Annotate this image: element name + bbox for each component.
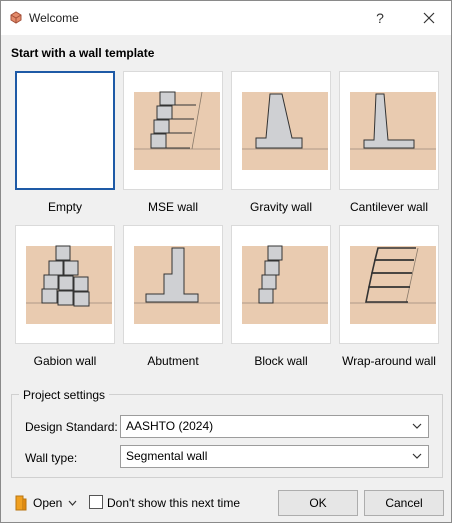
title-bar: Welcome ?: [1, 1, 451, 35]
template-tile-wrap-around-wall[interactable]: [339, 225, 439, 344]
close-button[interactable]: [411, 5, 447, 31]
gabion-wall-illustration: [26, 245, 112, 324]
template-label-empty: Empty: [47, 200, 82, 214]
help-button[interactable]: ?: [363, 5, 397, 31]
abutment-illustration: [134, 246, 220, 324]
chevron-down-icon: [412, 423, 422, 429]
wall-type-value: Segmental wall: [126, 449, 208, 463]
template-tile-gravity-wall[interactable]: [231, 71, 331, 190]
chevron-down-icon: [412, 453, 422, 459]
mse-wall-illustration: [134, 91, 220, 170]
template-tile-block-wall[interactable]: [231, 225, 331, 344]
templates-heading: Start with a wall template: [11, 46, 155, 60]
gravity-wall-illustration: [242, 92, 328, 170]
block-wall-illustration: [242, 245, 328, 324]
template-label-gabion-wall: Gabion wall: [33, 354, 97, 368]
ok-button[interactable]: OK: [278, 490, 358, 516]
template-tile-gabion-wall[interactable]: [15, 225, 115, 344]
cancel-button[interactable]: Cancel: [364, 490, 444, 516]
cantilever-wall-illustration: [350, 92, 436, 170]
window-title: Welcome: [29, 11, 79, 25]
design-standard-value: AASHTO (2024): [126, 419, 214, 433]
template-tile-mse-wall[interactable]: [123, 71, 223, 190]
dont-show-label[interactable]: Don't show this next time: [107, 496, 240, 510]
wall-type-select[interactable]: Segmental wall: [120, 445, 429, 468]
template-label-gravity-wall: Gravity wall: [249, 200, 312, 214]
dont-show-checkbox[interactable]: [89, 495, 103, 509]
open-button[interactable]: Open: [13, 492, 83, 514]
chevron-down-icon[interactable]: [68, 500, 77, 506]
design-standard-label: Design Standard:: [25, 420, 118, 434]
wrap-around-wall-illustration: [350, 246, 436, 324]
wall-type-label: Wall type:: [25, 451, 78, 465]
template-label-abutment: Abutment: [147, 354, 199, 368]
template-tile-empty[interactable]: [15, 71, 115, 190]
template-tile-abutment[interactable]: [123, 225, 223, 344]
app-logo-icon: [10, 11, 22, 24]
close-icon: [423, 12, 435, 24]
project-settings-title: Project settings: [19, 388, 110, 402]
template-label-cantilever-wall: Cantilever wall: [349, 200, 429, 214]
template-label-mse-wall: MSE wall: [147, 200, 198, 214]
template-label-wrap-around-wall: Wrap-around wall: [342, 354, 436, 368]
open-label: Open: [33, 496, 63, 510]
design-standard-select[interactable]: AASHTO (2024): [120, 415, 429, 438]
template-tile-cantilever-wall[interactable]: [339, 71, 439, 190]
open-file-icon: [15, 495, 27, 511]
template-label-block-wall: Block wall: [254, 354, 308, 368]
welcome-dialog: Welcome ? Start with a wall template Emp…: [0, 0, 452, 523]
